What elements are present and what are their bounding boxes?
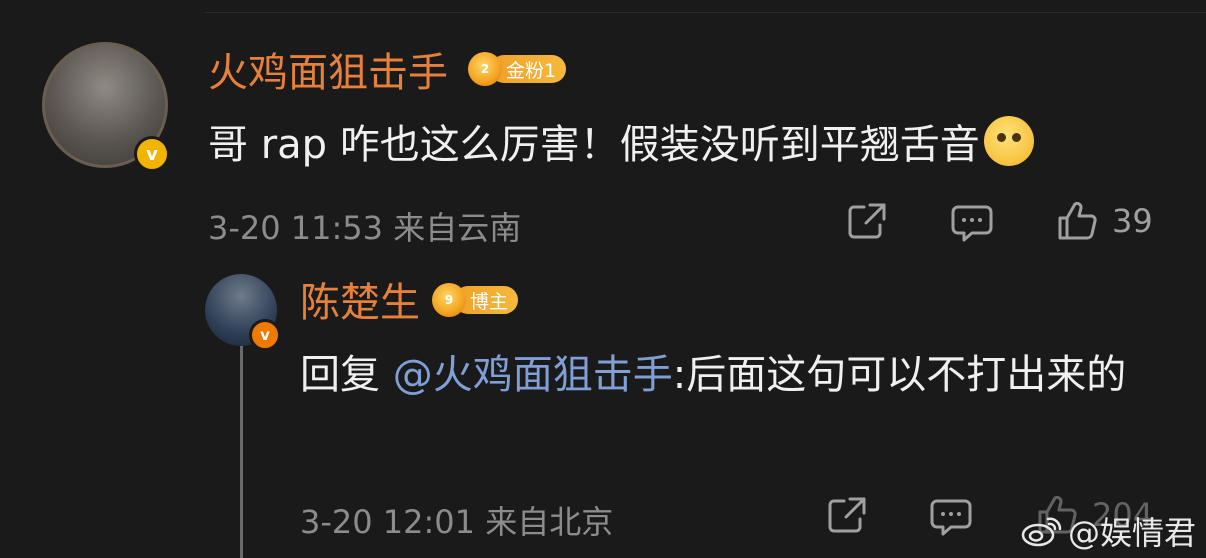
comment-location: 来自云南: [393, 209, 522, 247]
reply-button[interactable]: [950, 203, 994, 243]
reply-body: :后面这句可以不打出来的: [672, 352, 1127, 398]
reply-prefix: 回复: [300, 352, 393, 398]
weibo-logo-icon: [1021, 517, 1062, 547]
share-icon: [848, 203, 886, 239]
thread-line: [240, 346, 243, 558]
share-button[interactable]: [826, 495, 868, 535]
like-icon: [1058, 201, 1097, 240]
comment-body: 哥 rap 咋也这么厉害！假装没听到平翘舌音: [208, 122, 980, 168]
watermark: @娱情君: [1020, 508, 1196, 554]
reply-meta: 3-20 12:01 来自北京: [300, 497, 613, 543]
crown-icon: 2: [468, 52, 502, 86]
reply-timestamp: 3-20 12:01: [300, 503, 476, 541]
reply-text: 回复 @火鸡面狙击手:后面这句可以不打出来的: [300, 346, 1180, 404]
watermark-text: @娱情君: [1068, 514, 1197, 552]
share-icon: [828, 497, 866, 533]
share-button[interactable]: [846, 201, 888, 241]
like-count: 39: [1112, 202, 1153, 240]
crown-icon: 9: [432, 283, 466, 317]
verified-badge: v: [134, 136, 170, 172]
fan-badge[interactable]: 2 金粉1: [468, 52, 567, 86]
comment-thread: v 火鸡面狙击手 2 金粉1 哥 rap 咋也这么厉害！假装没听到平翘舌音 3-…: [0, 0, 1206, 558]
reply-button[interactable]: [929, 497, 973, 537]
blogger-badge[interactable]: 9 博主: [432, 283, 519, 317]
verified-badge: v: [249, 319, 281, 351]
mention-link[interactable]: @火鸡面狙击手: [393, 352, 673, 398]
reply-username[interactable]: 陈楚生: [300, 283, 420, 323]
thinking-face-emoji-icon: [983, 116, 1034, 166]
like-button[interactable]: 39: [1056, 200, 1153, 242]
comment-text: 哥 rap 咋也这么厉害！假装没听到平翘舌音: [208, 116, 1034, 174]
comment-username[interactable]: 火鸡面狙击手: [208, 53, 448, 93]
comment-timestamp: 3-20 11:53: [208, 209, 384, 247]
reply-location: 来自北京: [485, 503, 614, 541]
comment-icon: [930, 499, 972, 536]
comment-icon: [951, 205, 993, 242]
comment-meta: 3-20 11:53 来自云南: [208, 203, 521, 249]
divider: [205, 12, 1206, 13]
